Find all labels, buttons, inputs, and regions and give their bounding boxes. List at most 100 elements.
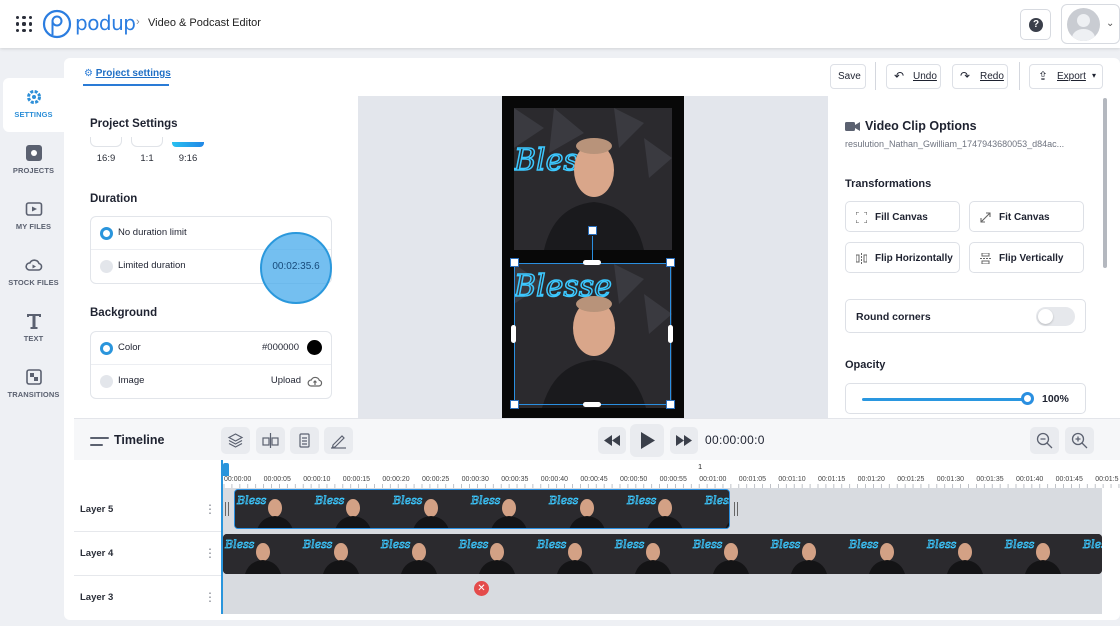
rewind-button[interactable] bbox=[598, 427, 626, 454]
video-clip-layer-4[interactable]: Bless Bless Bless Bless Bless Bless Bless Bless… bbox=[223, 534, 1102, 574]
video-clip-layer-5[interactable]: Bless Bless Bless Bless Bless Bless Bless bbox=[234, 489, 730, 529]
radio-selected[interactable] bbox=[100, 342, 113, 355]
ratio-1-1-button[interactable] bbox=[131, 137, 163, 147]
split-button[interactable] bbox=[256, 427, 285, 454]
tab-project-settings[interactable]: ⚙ Project settings bbox=[84, 68, 171, 79]
timeline-ruler[interactable]: 1 00:00:00 00:00:05 00:00:10 00:00:15 00:00:… bbox=[222, 460, 1120, 488]
svg-text:Bless: Bless bbox=[224, 538, 255, 551]
playhead[interactable] bbox=[221, 460, 223, 614]
play-button[interactable] bbox=[630, 424, 664, 457]
remove-clip-icon[interactable]: ✕ bbox=[474, 581, 489, 596]
duration-value-field[interactable]: 00:02:35.6 bbox=[260, 232, 332, 304]
more-options-icon[interactable]: ⋮ bbox=[204, 590, 216, 604]
clip-trim-handle-right[interactable] bbox=[734, 502, 738, 516]
rail-item-my-files[interactable]: MY FILES bbox=[3, 190, 64, 244]
radio-unselected[interactable] bbox=[100, 260, 113, 273]
track-layer-3[interactable] bbox=[222, 576, 1102, 614]
resize-handle-bottom[interactable] bbox=[583, 402, 601, 407]
upload-button[interactable]: Upload bbox=[271, 375, 301, 386]
resize-handle-top[interactable] bbox=[583, 260, 601, 265]
flip-horizontally-button[interactable]: Flip Horizontally bbox=[845, 242, 960, 273]
round-corners-label: Round corners bbox=[856, 311, 931, 323]
rotate-handle[interactable] bbox=[588, 226, 597, 235]
help-button[interactable]: ? bbox=[1020, 9, 1051, 40]
svg-text:Bless: Bless bbox=[704, 494, 730, 507]
clip-thumbnail: Bless bbox=[625, 490, 703, 528]
color-swatch[interactable] bbox=[307, 340, 322, 355]
resize-handle-left[interactable] bbox=[511, 325, 516, 343]
layers-button[interactable] bbox=[221, 427, 250, 454]
rail-label: TEXT bbox=[23, 334, 44, 343]
edit-button[interactable] bbox=[324, 427, 353, 454]
radio-unselected[interactable] bbox=[100, 375, 113, 388]
resize-handle[interactable] bbox=[666, 258, 675, 267]
bg-color-option[interactable]: Color #000000 bbox=[91, 332, 331, 365]
zoom-in-button[interactable] bbox=[1065, 427, 1094, 454]
rail-item-stock-files[interactable]: STOCK FILES bbox=[3, 246, 64, 300]
zoom-out-icon bbox=[1036, 432, 1053, 449]
background-card: Color #000000 Image Upload bbox=[90, 331, 332, 399]
zoom-out-button[interactable] bbox=[1030, 427, 1059, 454]
opacity-slider-track[interactable] bbox=[862, 398, 1027, 401]
rail-item-settings[interactable]: SETTINGS bbox=[3, 78, 64, 132]
fast-forward-button[interactable] bbox=[670, 427, 698, 454]
clip-thumbnail: Bless bbox=[769, 534, 847, 574]
resize-handle[interactable] bbox=[510, 258, 519, 267]
ratio-16-9-button[interactable] bbox=[90, 137, 122, 147]
rail-label: PROJECTS bbox=[12, 166, 55, 175]
cloud-upload-icon[interactable] bbox=[307, 374, 323, 388]
playhead-marker[interactable] bbox=[223, 463, 229, 476]
ratio-label: 1:1 bbox=[140, 153, 154, 164]
layer-row[interactable]: Layer 5 ⋮ bbox=[74, 488, 222, 532]
ratio-9-16-button[interactable] bbox=[172, 142, 204, 147]
account-menu[interactable]: ⌄ bbox=[1061, 4, 1120, 44]
apps-grid-icon[interactable] bbox=[16, 16, 32, 32]
resize-handle[interactable] bbox=[510, 400, 519, 409]
resize-handle[interactable] bbox=[666, 400, 675, 409]
bg-image-option[interactable]: Image Upload bbox=[91, 365, 331, 398]
ruler-tick-label: 00:01:20 bbox=[857, 476, 885, 483]
section-title: Background bbox=[90, 307, 158, 319]
opacity-value: 100% bbox=[1042, 393, 1069, 405]
bg-color-hex[interactable]: #000000 bbox=[262, 342, 299, 353]
trim-button[interactable] bbox=[290, 427, 319, 454]
opacity-row: 100% bbox=[845, 383, 1086, 414]
export-button[interactable]: ⇪ Export ▾ bbox=[1029, 64, 1103, 89]
scrollbar[interactable] bbox=[1103, 98, 1107, 268]
svg-text:Bless: Bless bbox=[1004, 538, 1035, 551]
layer-row[interactable]: Layer 3 ⋮ bbox=[74, 576, 222, 620]
logo-text[interactable]: podup bbox=[75, 11, 136, 35]
svg-text:Bless: Bless bbox=[380, 538, 411, 551]
rail-item-projects[interactable]: PROJECTS bbox=[3, 134, 64, 188]
rail-item-transitions[interactable]: TRANSITIONS bbox=[3, 358, 64, 412]
clip-thumbnail: Bless bbox=[535, 534, 613, 574]
clip-thumbnail: Bless bbox=[469, 490, 547, 528]
redo-icon: ↷ bbox=[960, 69, 971, 83]
opacity-slider-handle[interactable] bbox=[1021, 392, 1034, 405]
fill-canvas-button[interactable]: Fill Canvas bbox=[845, 201, 960, 232]
ruler-tick-label: 00:01:5 bbox=[1095, 476, 1119, 483]
podup-logo-icon[interactable] bbox=[42, 9, 72, 39]
round-corners-toggle[interactable] bbox=[1036, 307, 1075, 326]
fit-canvas-button[interactable]: Fit Canvas bbox=[969, 201, 1084, 232]
redo-button[interactable]: ↷ Redo bbox=[952, 64, 1008, 89]
save-button[interactable]: Save bbox=[830, 64, 866, 89]
round-corners-row: Round corners bbox=[845, 299, 1086, 333]
clip-thumbnail: Bless bbox=[235, 490, 313, 528]
undo-icon: ↶ bbox=[894, 69, 905, 83]
ruler-tick-label: 00:00:05 bbox=[263, 476, 291, 483]
radio-selected[interactable] bbox=[100, 227, 113, 240]
svg-text:Bless: Bless bbox=[692, 538, 723, 551]
resize-handle-right[interactable] bbox=[668, 325, 673, 343]
layer-row[interactable]: Layer 4 ⋮ bbox=[74, 532, 222, 576]
svg-text:Bless: Bless bbox=[848, 538, 879, 551]
more-options-icon[interactable]: ⋮ bbox=[204, 502, 216, 516]
selection-box[interactable] bbox=[514, 263, 671, 405]
ruler-tick-label: 00:01:05 bbox=[738, 476, 767, 483]
flip-vertically-button[interactable]: Flip Vertically bbox=[969, 242, 1084, 273]
more-options-icon[interactable]: ⋮ bbox=[204, 546, 216, 560]
rail-item-text[interactable]: TEXT bbox=[3, 302, 64, 356]
clip-trim-handle-left[interactable] bbox=[225, 502, 229, 516]
svg-text:Bless: Bless bbox=[548, 494, 579, 507]
undo-button[interactable]: ↶ Undo bbox=[886, 64, 941, 89]
